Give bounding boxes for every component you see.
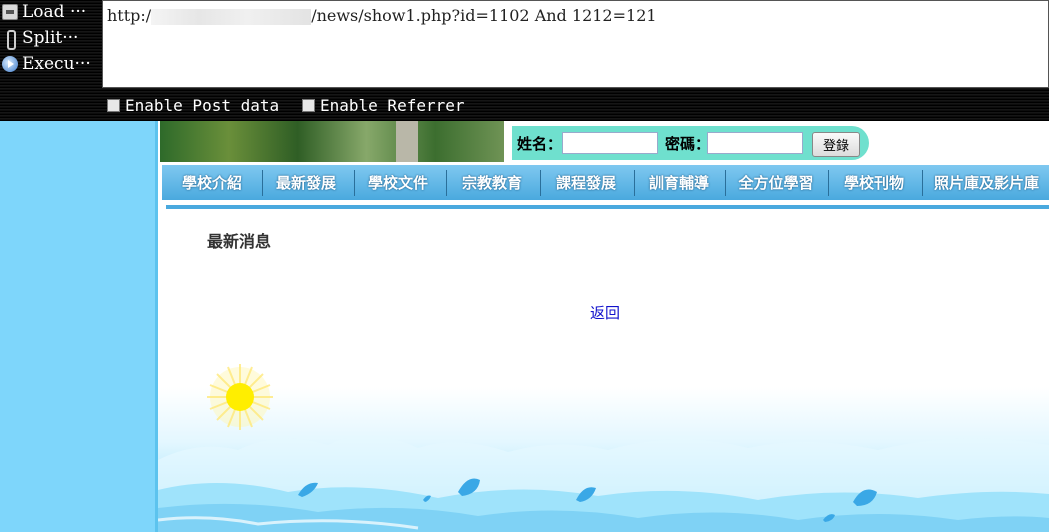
- enable-post-label: Enable Post data: [125, 96, 280, 115]
- split-label: Split···: [22, 28, 79, 48]
- nav-divider: [922, 170, 923, 196]
- school-banner-image: [160, 121, 504, 162]
- load-url-button[interactable]: Load ···: [2, 1, 86, 23]
- enable-referrer-option[interactable]: Enable Referrer: [302, 96, 465, 115]
- name-label: 姓名：: [517, 136, 563, 153]
- play-icon: [2, 56, 18, 72]
- nav-item-school-intro[interactable]: 學校介紹: [168, 165, 256, 200]
- login-button[interactable]: 登錄: [812, 132, 860, 157]
- nav-item-photo-video-gallery[interactable]: 照片庫及影片庫: [924, 165, 1049, 200]
- hackbar-toolbar: Load ··· Split··· Execu··· http:/ /news/s…: [0, 0, 1049, 121]
- nav-item-religious-education[interactable]: 宗教教育: [446, 165, 538, 200]
- name-input[interactable]: [562, 132, 658, 154]
- enable-post-option[interactable]: Enable Post data: [107, 96, 279, 115]
- banner-rock: [396, 121, 418, 162]
- password-input[interactable]: [707, 132, 803, 154]
- url-prefix: http:/: [107, 6, 152, 25]
- left-background-panel: [0, 121, 157, 532]
- split-url-button[interactable]: Split···: [2, 27, 79, 50]
- password-label: 密碼：: [665, 136, 711, 153]
- nav-item-guidance[interactable]: 訓育輔導: [634, 165, 724, 200]
- nav-item-all-round-learning[interactable]: 全方位學習: [725, 165, 827, 200]
- section-title: 最新消息: [207, 234, 272, 251]
- load-icon: [2, 4, 18, 20]
- redacted-host: [151, 8, 312, 25]
- split-icon: [2, 30, 18, 50]
- enable-referrer-checkbox[interactable]: [302, 99, 315, 112]
- nav-item-latest-development[interactable]: 最新發展: [262, 165, 350, 200]
- nav-item-publications[interactable]: 學校刊物: [828, 165, 920, 200]
- url-path: /news/show1.php?id=1102 And 1212=121: [311, 6, 657, 25]
- nav-underline: [166, 205, 1049, 209]
- nav-item-school-documents[interactable]: 學校文件: [354, 165, 442, 200]
- nav-item-curriculum[interactable]: 課程發展: [540, 165, 632, 200]
- enable-post-checkbox[interactable]: [107, 99, 120, 112]
- execute-button[interactable]: Execu···: [2, 53, 91, 75]
- water-scenery-decoration: [158, 435, 1049, 532]
- back-link[interactable]: 返回: [590, 302, 620, 323]
- url-textarea[interactable]: http:/ /news/show1.php?id=1102 And 1212=1…: [102, 0, 1049, 88]
- load-label: Load ···: [22, 2, 87, 22]
- execute-label: Execu···: [22, 54, 91, 74]
- enable-referrer-label: Enable Referrer: [320, 96, 465, 115]
- main-navigation: 學校介紹 最新發展 學校文件 宗教教育 課程發展 訓育輔導 全方位學習 學校刊物…: [162, 165, 1049, 200]
